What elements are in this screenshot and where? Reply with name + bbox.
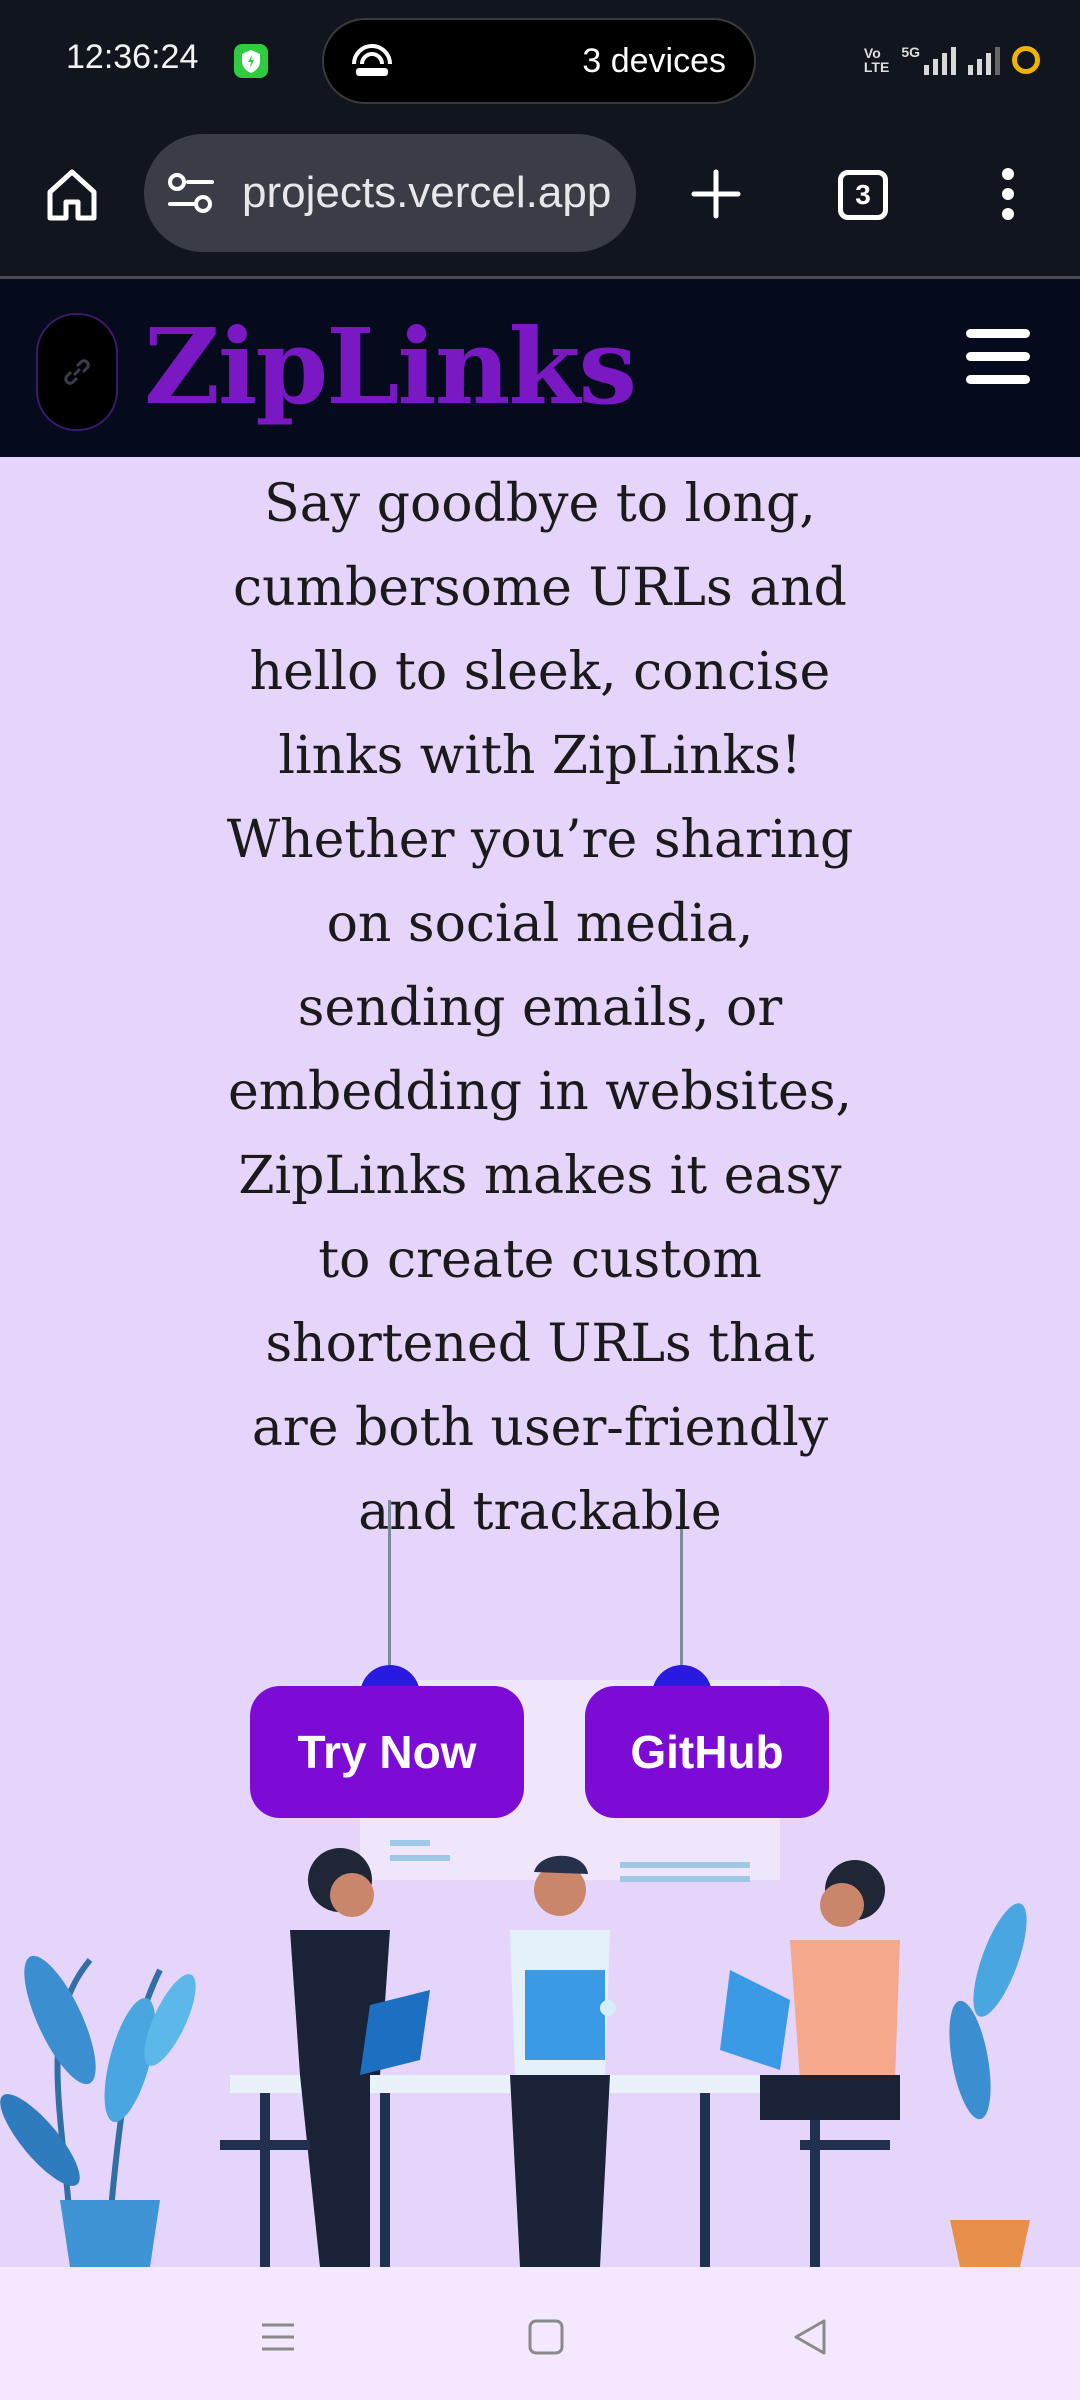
volte-indicator: Vo LTE: [863, 45, 890, 75]
back-button[interactable]: [780, 2307, 840, 2367]
hero-description: Say goodbye to long, cumbersome URLs and…: [226, 474, 854, 1542]
battery-ring-icon: [1012, 46, 1040, 74]
recent-apps-button[interactable]: [248, 2307, 308, 2367]
browser-menu-button[interactable]: [972, 158, 1044, 230]
security-shield-icon: [234, 44, 268, 78]
address-bar[interactable]: projects.vercel.app: [144, 134, 636, 252]
connected-devices-pill[interactable]: 3 devices: [322, 18, 756, 104]
status-time: 12:36:24: [66, 38, 199, 76]
signal-5g-icon: 5G: [901, 45, 956, 75]
site-logo[interactable]: [36, 313, 118, 431]
site-header: ZipLinks: [0, 279, 1080, 457]
brand-title[interactable]: ZipLinks: [144, 305, 637, 428]
back-triangle-icon: [794, 2319, 826, 2355]
url-text[interactable]: projects.vercel.app: [242, 168, 622, 218]
menu-lines-icon: [262, 2323, 294, 2351]
system-navigation-bar: [0, 2267, 1080, 2400]
kebab-menu-icon: [1002, 168, 1014, 220]
new-tab-button[interactable]: [680, 158, 752, 230]
status-indicators: Vo LTE 5G: [864, 40, 1040, 80]
team-working-illustration: [0, 1680, 1030, 2267]
site-settings-icon[interactable]: [166, 170, 216, 221]
hotspot-icon: [348, 42, 396, 87]
home-nav-button[interactable]: [516, 2307, 576, 2367]
link-icon: [64, 359, 90, 385]
status-bar: 12:36:24 3 devices Vo LTE 5G: [0, 0, 1080, 125]
square-icon: [528, 2319, 564, 2355]
home-icon: [47, 169, 97, 221]
devices-count-label: 3 devices: [582, 42, 726, 80]
plus-icon: [691, 169, 741, 219]
github-button[interactable]: GitHub: [585, 1686, 829, 1818]
try-now-button[interactable]: Try Now: [250, 1686, 524, 1818]
home-button[interactable]: [36, 158, 108, 230]
signal-strength-icon: [968, 45, 1000, 75]
tab-switcher-button[interactable]: 3: [838, 170, 888, 220]
hamburger-menu-button[interactable]: [966, 329, 1030, 389]
